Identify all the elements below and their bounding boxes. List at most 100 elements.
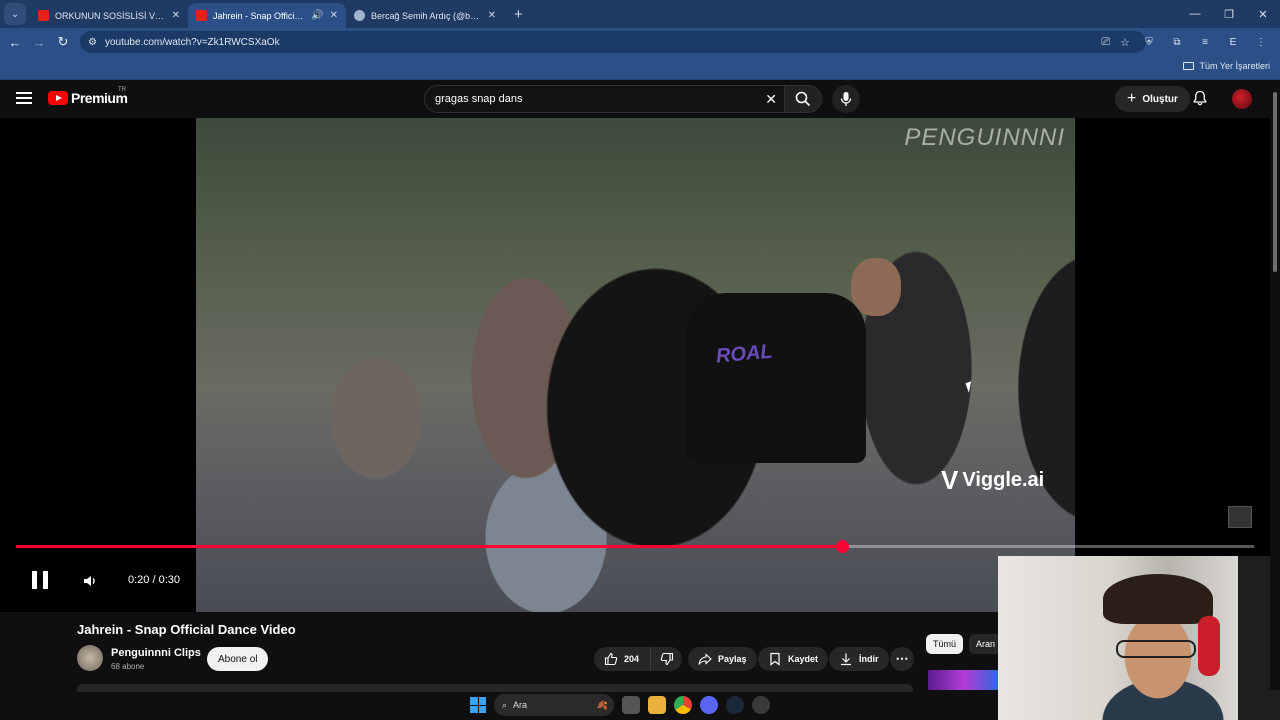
menu-hamburger-icon[interactable] <box>16 92 32 104</box>
country-code: TR <box>118 87 126 93</box>
search-icon <box>795 91 811 107</box>
volume-icon[interactable] <box>82 573 98 589</box>
bookmarks-bar: Tüm Yer İşaretleri <box>0 56 1280 80</box>
new-tab-icon[interactable]: + <box>514 6 523 23</box>
profile-icon[interactable]: E <box>1222 37 1244 48</box>
search-button[interactable] <box>784 85 822 113</box>
media-control-icon[interactable]: ≡ <box>1194 37 1216 48</box>
channel-name[interactable]: Penguinnni Clips <box>111 647 201 659</box>
site-info-icon[interactable]: ⚙ <box>88 37 97 48</box>
taskbar-search[interactable]: ⌕ Ara 🍂 <box>494 694 614 716</box>
windows-start-icon[interactable] <box>470 697 486 713</box>
webcam-person-hair <box>1103 574 1213 624</box>
bookmark-star-icon[interactable]: ☆ <box>1120 36 1130 49</box>
notifications-bell-icon[interactable] <box>1192 90 1208 106</box>
x-favicon-icon <box>354 10 365 21</box>
tab-2-active[interactable]: Jahrein - Snap Official Dance 🔊 ✕ <box>188 3 346 28</box>
share-button[interactable]: Paylaş <box>688 647 757 671</box>
video-title: Jahrein - Snap Official Dance Video <box>77 622 296 637</box>
time-display: 0:20 / 0:30 <box>128 574 180 586</box>
dancer-shirt <box>686 293 866 463</box>
youtube-premium-logo[interactable]: Premium TR <box>48 87 128 106</box>
thumbs-up-icon <box>604 652 618 666</box>
search-input[interactable]: gragas snap dans ✕ <box>424 85 788 113</box>
folder-icon <box>1183 62 1195 70</box>
video-watermark: PENGUINNNI <box>904 124 1065 151</box>
back-icon[interactable]: ← <box>3 35 27 50</box>
download-icon <box>841 653 851 666</box>
tab-3[interactable]: Bercağ Semih Ardıç (@bercag_ ✕ <box>346 3 504 28</box>
task-view-icon[interactable] <box>622 696 640 714</box>
chip-all[interactable]: Tümü <box>926 634 964 654</box>
discord-icon[interactable] <box>700 696 718 714</box>
webcam-person-glasses <box>1116 640 1196 658</box>
progress-played <box>16 545 842 548</box>
save-button[interactable]: Kaydet <box>758 647 829 671</box>
menu-kebab-icon[interactable]: ⋮ <box>1250 37 1272 48</box>
more-actions-icon[interactable]: ⋯ <box>890 647 914 671</box>
chrome-icon[interactable] <box>674 696 692 714</box>
video-frame[interactable]: ROAL PENGUINNNI V Viggle.ai <box>196 118 1075 612</box>
dancer-head <box>851 258 901 316</box>
viggle-logo-icon: V <box>941 465 959 495</box>
related-video-thumbnail[interactable] <box>928 670 1000 690</box>
thumbs-down-icon <box>660 652 673 666</box>
subscriber-count: 68 abone <box>111 662 145 671</box>
tab-title: ORKUNUN SOSİSLİSİ VE SOSU ! <box>55 10 166 21</box>
address-bar[interactable]: ⚙ youtube.com/watch?v=Zk1RWCSXaOk ⎚ ☆ <box>80 31 1146 53</box>
close-tab-icon[interactable]: ✕ <box>172 10 180 21</box>
close-tab-icon[interactable]: ✕ <box>488 10 496 21</box>
reload-icon[interactable]: ↻ <box>51 34 75 50</box>
shield-extension-icon[interactable]: ⛨ <box>1138 37 1160 48</box>
progress-bar[interactable] <box>16 540 1254 553</box>
webcam-headset <box>1198 616 1220 676</box>
create-button[interactable]: + Oluştur <box>1115 86 1190 112</box>
audio-icon[interactable]: 🔊 <box>311 10 323 21</box>
search-highlight-icon: 🍂 <box>596 699 608 710</box>
subscribe-button[interactable]: Abone ol <box>207 647 269 671</box>
download-button[interactable]: İndir <box>829 647 889 671</box>
like-count: 204 <box>624 654 640 664</box>
windows-taskbar: ⌕ Ara 🍂 <box>466 690 818 720</box>
youtube-favicon-icon <box>38 10 49 21</box>
viggle-brand: V Viggle.ai <box>941 465 1044 496</box>
install-app-icon[interactable]: ⎚ <box>1101 36 1110 49</box>
youtube-favicon-icon <box>196 10 207 21</box>
tab-search-icon[interactable]: ⌄ <box>4 3 26 25</box>
obs-icon[interactable] <box>752 696 770 714</box>
browser-tab-strip: ⌄ ORKUNUN SOSİSLİSİ VE SOSU ! ✕ Jahrein … <box>0 0 1280 28</box>
clear-search-icon[interactable]: ✕ <box>765 91 777 108</box>
tab-1[interactable]: ORKUNUN SOSİSLİSİ VE SOSU ! ✕ <box>30 3 188 28</box>
scrollbar-thumb[interactable] <box>1273 92 1277 272</box>
search-value: gragas snap dans <box>435 93 523 105</box>
scrubber-handle[interactable] <box>835 540 849 553</box>
account-avatar[interactable] <box>1232 89 1252 109</box>
all-bookmarks-button[interactable]: Tüm Yer İşaretleri <box>1183 61 1270 71</box>
video-player[interactable]: ROAL PENGUINNNI V Viggle.ai <box>0 118 1270 612</box>
forward-icon[interactable]: → <box>27 35 51 50</box>
viggle-label: Viggle.ai <box>962 469 1045 491</box>
file-explorer-icon[interactable] <box>648 696 666 714</box>
url-text: youtube.com/watch?v=Zk1RWCSXaOk <box>104 36 280 48</box>
close-window-icon[interactable]: ✕ <box>1246 0 1280 28</box>
shirt-logo: ROAL <box>715 340 774 368</box>
voice-search-button[interactable] <box>832 85 860 113</box>
like-button[interactable]: 204 <box>594 647 650 671</box>
close-tab-icon[interactable]: ✕ <box>330 10 338 21</box>
page-scrollbar[interactable] <box>1270 80 1280 690</box>
youtube-header: Premium TR gragas snap dans ✕ + Oluştur <box>0 80 1270 118</box>
end-screen-thumbnail[interactable] <box>1228 506 1252 528</box>
share-label: Paylaş <box>718 654 747 664</box>
create-label: Oluştur <box>1142 93 1178 105</box>
channel-avatar[interactable] <box>77 645 103 671</box>
restore-icon[interactable]: ❐ <box>1212 0 1246 28</box>
mouse-cursor-icon <box>965 381 975 393</box>
steam-icon[interactable] <box>726 696 744 714</box>
streamer-webcam-overlay <box>998 556 1280 720</box>
dislike-button[interactable] <box>650 647 682 671</box>
share-icon <box>698 653 712 665</box>
pause-button[interactable] <box>32 571 48 589</box>
tab-title: Bercağ Semih Ardıç (@bercag_ <box>371 10 482 21</box>
extensions-puzzle-icon[interactable]: ⧉ <box>1166 37 1188 48</box>
minimize-icon[interactable]: — <box>1178 0 1212 28</box>
